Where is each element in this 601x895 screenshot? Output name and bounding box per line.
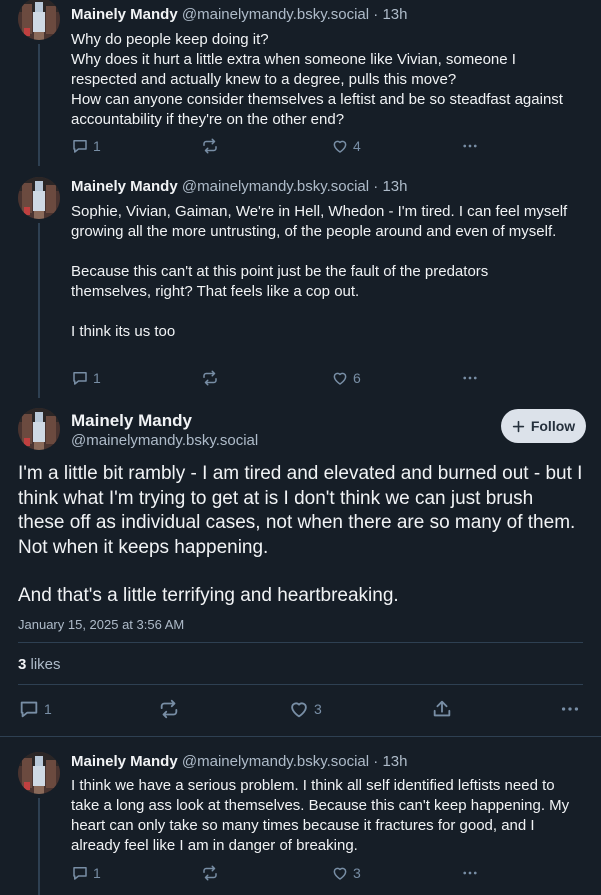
post-line: Because this can't at this point just be…: [71, 263, 489, 300]
repost-icon: [201, 137, 219, 155]
more-icon: [461, 137, 479, 155]
more-icon: [559, 698, 581, 720]
post-line: I think its us too: [71, 323, 176, 340]
repost-icon: [201, 864, 219, 882]
post-paragraph: [18, 560, 583, 584]
like-count: 4: [353, 138, 361, 154]
repost-button[interactable]: [158, 698, 180, 720]
avatar[interactable]: [18, 752, 60, 794]
avatar[interactable]: [18, 0, 60, 40]
post-paragraph: I'm a little bit rambly - I am tired and…: [18, 463, 583, 558]
more-icon: [461, 864, 479, 882]
author-name[interactable]: Mainely Mandy: [71, 178, 178, 195]
more-button[interactable]: [461, 369, 479, 387]
repost-icon: [158, 698, 180, 720]
follow-label: Follow: [530, 418, 576, 434]
avatar[interactable]: [18, 408, 60, 450]
main-post-text: I'm a little bit rambly - I am tired and…: [18, 462, 583, 609]
reply-button[interactable]: 1: [71, 137, 101, 155]
like-icon: [288, 698, 310, 720]
likes-label: likes: [30, 656, 61, 673]
reply-icon: [18, 698, 40, 720]
divider: [18, 642, 583, 643]
author-name[interactable]: Mainely Mandy: [71, 6, 178, 23]
post-header: Mainely Mandy @mainelymandy.bsky.social …: [71, 753, 408, 770]
like-icon: [331, 137, 349, 155]
reply-button[interactable]: 1: [71, 369, 101, 387]
post-time[interactable]: · 13h: [373, 6, 407, 23]
author-name[interactable]: Mainely Mandy: [71, 411, 192, 431]
more-button[interactable]: [559, 698, 581, 720]
thread-line: [38, 798, 40, 895]
more-button[interactable]: [461, 137, 479, 155]
more-icon: [461, 369, 479, 387]
divider: [0, 736, 601, 737]
reply-count: 1: [93, 138, 101, 154]
author-name[interactable]: Mainely Mandy: [71, 753, 178, 770]
avatar[interactable]: [18, 177, 60, 219]
post-header: Mainely Mandy @mainelymandy.bsky.social …: [71, 178, 408, 195]
post-header: Mainely Mandy @mainelymandy.bsky.social …: [71, 6, 408, 23]
post-line: How can anyone consider themselves a lef…: [71, 91, 563, 128]
share-icon: [431, 698, 453, 720]
like-button[interactable]: 6: [331, 369, 361, 387]
post-paragraph: And that's a little terrifying and heart…: [18, 585, 399, 606]
post-timestamp[interactable]: January 15, 2025 at 3:56 AM: [18, 617, 184, 632]
reply-button[interactable]: 1: [18, 698, 52, 720]
share-button[interactable]: [431, 698, 453, 720]
like-button[interactable]: 3: [331, 864, 361, 882]
post-actions: 1 4: [71, 137, 491, 159]
reply-count: 1: [44, 701, 52, 717]
reply-count: 1: [93, 370, 101, 386]
like-count: 3: [314, 701, 322, 717]
like-count: 3: [353, 865, 361, 881]
post-line: [71, 242, 571, 262]
post-time[interactable]: · 13h: [373, 753, 407, 770]
repost-button[interactable]: [201, 864, 219, 882]
repost-icon: [201, 369, 219, 387]
author-handle[interactable]: @mainelymandy.bsky.social: [182, 753, 369, 770]
main-post-actions: 1 3: [18, 698, 583, 722]
plus-icon: [512, 420, 525, 432]
like-icon: [331, 864, 349, 882]
reply-icon: [71, 864, 89, 882]
post-line: [71, 302, 571, 322]
reply-icon: [71, 137, 89, 155]
post-actions: 1 3: [71, 864, 491, 886]
like-icon: [331, 369, 349, 387]
like-button[interactable]: 4: [331, 137, 361, 155]
post-text: Sophie, Vivian, Gaiman, We're in Hell, W…: [71, 202, 571, 342]
post-line: Why do people keep doing it?: [71, 31, 269, 48]
author-handle[interactable]: @mainelymandy.bsky.social: [71, 432, 258, 449]
reply-icon: [71, 369, 89, 387]
thread-line: [38, 44, 40, 166]
author-handle[interactable]: @mainelymandy.bsky.social: [182, 178, 369, 195]
reply-count: 1: [93, 865, 101, 881]
post-time[interactable]: · 13h: [373, 178, 407, 195]
like-button[interactable]: 3: [288, 698, 322, 720]
likes-count: 3: [18, 656, 27, 673]
likes-summary[interactable]: 3 likes: [18, 656, 61, 673]
post-text: I think we have a serious problem. I thi…: [71, 777, 570, 854]
like-count: 6: [353, 370, 361, 386]
repost-button[interactable]: [201, 137, 223, 155]
follow-button[interactable]: Follow: [501, 409, 586, 443]
thread-line: [38, 223, 40, 398]
post-line: Why does it hurt a little extra when som…: [71, 51, 516, 88]
post-line: Sophie, Vivian, Gaiman, We're in Hell, W…: [71, 203, 568, 240]
post-actions: 1 6: [71, 369, 491, 391]
more-button[interactable]: [461, 864, 479, 882]
reply-button[interactable]: 1: [71, 864, 101, 882]
post-text: Why do people keep doing it? Why does it…: [71, 30, 571, 130]
divider: [18, 684, 583, 685]
author-handle[interactable]: @mainelymandy.bsky.social: [182, 6, 369, 23]
repost-button[interactable]: [201, 369, 223, 387]
